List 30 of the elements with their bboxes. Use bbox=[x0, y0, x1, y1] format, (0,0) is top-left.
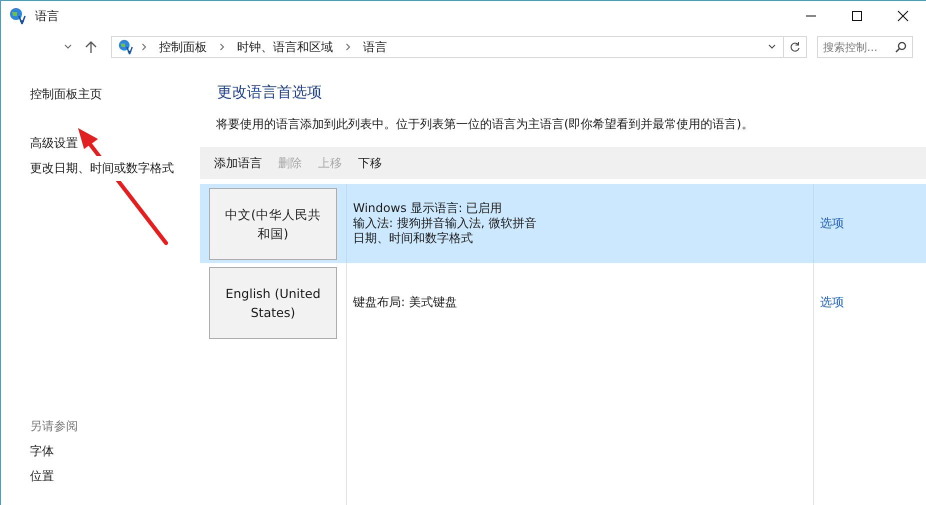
language-button[interactable]: 中文(中华人民共和国) bbox=[209, 188, 337, 260]
refresh-icon bbox=[789, 41, 801, 53]
chevron-right-icon[interactable] bbox=[218, 43, 226, 51]
language-details: Windows 显示语言: 已启用 输入法: 搜狗拼音输入法, 微软拼音 日期、时间和数字格式 bbox=[352, 200, 538, 247]
language-details: 键盘布局: 美式键盘 bbox=[352, 294, 458, 311]
chevron-right-icon[interactable] bbox=[344, 43, 352, 51]
options-link[interactable]: 选项 bbox=[820, 294, 844, 311]
breadcrumb-item[interactable]: 控制面板 bbox=[159, 38, 207, 56]
language-row[interactable]: 中文(中华人民共和国) Windows 显示语言: 已启用 输入法: 搜狗拼音输入法, 微软拼音 日期、时间和数字格式 选项 bbox=[200, 184, 926, 263]
search-icon bbox=[895, 41, 907, 53]
description-text: 将要使用的语言添加到此列表中。位于列表第一位的语言为主语言(即你希望看到并最常使用的语言)。 bbox=[216, 116, 754, 133]
breadcrumb-item[interactable]: 语言 bbox=[363, 38, 387, 56]
window-title: 语言 bbox=[35, 8, 59, 24]
toolbar-button[interactable]: 下移 bbox=[352, 152, 388, 174]
sidebar-link[interactable]: 更改日期、时间或数字格式 bbox=[30, 156, 174, 181]
language-icon bbox=[9, 7, 27, 25]
language-button[interactable]: English (United States) bbox=[209, 266, 337, 338]
language-icon bbox=[118, 39, 134, 55]
options-link[interactable]: 选项 bbox=[820, 215, 844, 232]
see-also-heading: 另请参阅 bbox=[30, 418, 78, 435]
section-heading: 更改语言首选项 bbox=[217, 83, 323, 102]
up-arrow-icon[interactable] bbox=[85, 40, 97, 54]
toolbar-button[interactable]: 添加语言 bbox=[208, 152, 268, 174]
language-row[interactable]: English (United States) 键盘布局: 美式键盘 选项 bbox=[200, 263, 926, 342]
breadcrumb-item[interactable]: 时钟、语言和区域 bbox=[237, 38, 333, 56]
address-bar[interactable]: 控制面板 时钟、语言和区域 语言 bbox=[111, 36, 807, 58]
maximize-icon bbox=[851, 10, 863, 22]
search-field[interactable]: 搜索控制... bbox=[817, 36, 913, 58]
close-icon bbox=[897, 10, 909, 22]
chevron-right-icon[interactable] bbox=[140, 43, 148, 51]
